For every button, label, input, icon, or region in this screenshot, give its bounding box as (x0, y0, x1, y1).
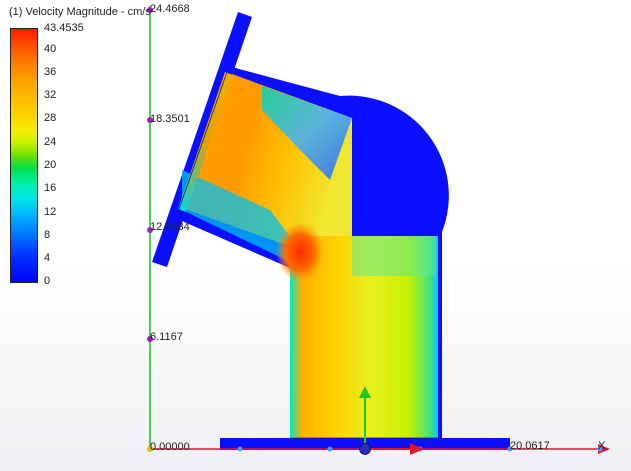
legend-tick: 4 (44, 252, 51, 264)
legend-tick: 20 (44, 159, 57, 171)
legend-tick: 24 (44, 136, 57, 148)
legend-tick: 8 (44, 229, 51, 241)
origin-label: 0.00000 (150, 441, 190, 453)
legend-tick: 36 (44, 66, 57, 78)
model-viewport[interactable]: (1) Velocity Magnitude - cm/s 43.4535 40… (0, 0, 631, 471)
legend-colorbar (10, 28, 38, 283)
legend-tick: 40 (44, 43, 57, 55)
x-axis-name: X (598, 440, 606, 452)
legend-tick: 32 (44, 89, 57, 101)
x-axis-end-label: 20.0617 (510, 440, 550, 452)
outlet-cool-band (352, 236, 436, 276)
legend-tick: 12 (44, 206, 57, 218)
y-axis-label: 6.1167 (150, 331, 183, 343)
velocity-peak (276, 222, 324, 282)
y-axis-label: 18.3501 (150, 113, 190, 125)
legend-tick: 43.4535 (44, 22, 84, 34)
legend-tick: 0 (44, 275, 51, 287)
flow-contour-plot (147, 6, 610, 455)
x-marker (327, 446, 333, 452)
legend-tick: 16 (44, 182, 57, 194)
legend-title: (1) Velocity Magnitude - cm/s (9, 6, 151, 18)
y-axis-label: 12.2334 (150, 221, 190, 233)
legend-tick: 28 (44, 112, 57, 124)
x-marker (237, 446, 243, 452)
y-axis-label: 24.4668 (150, 3, 190, 15)
